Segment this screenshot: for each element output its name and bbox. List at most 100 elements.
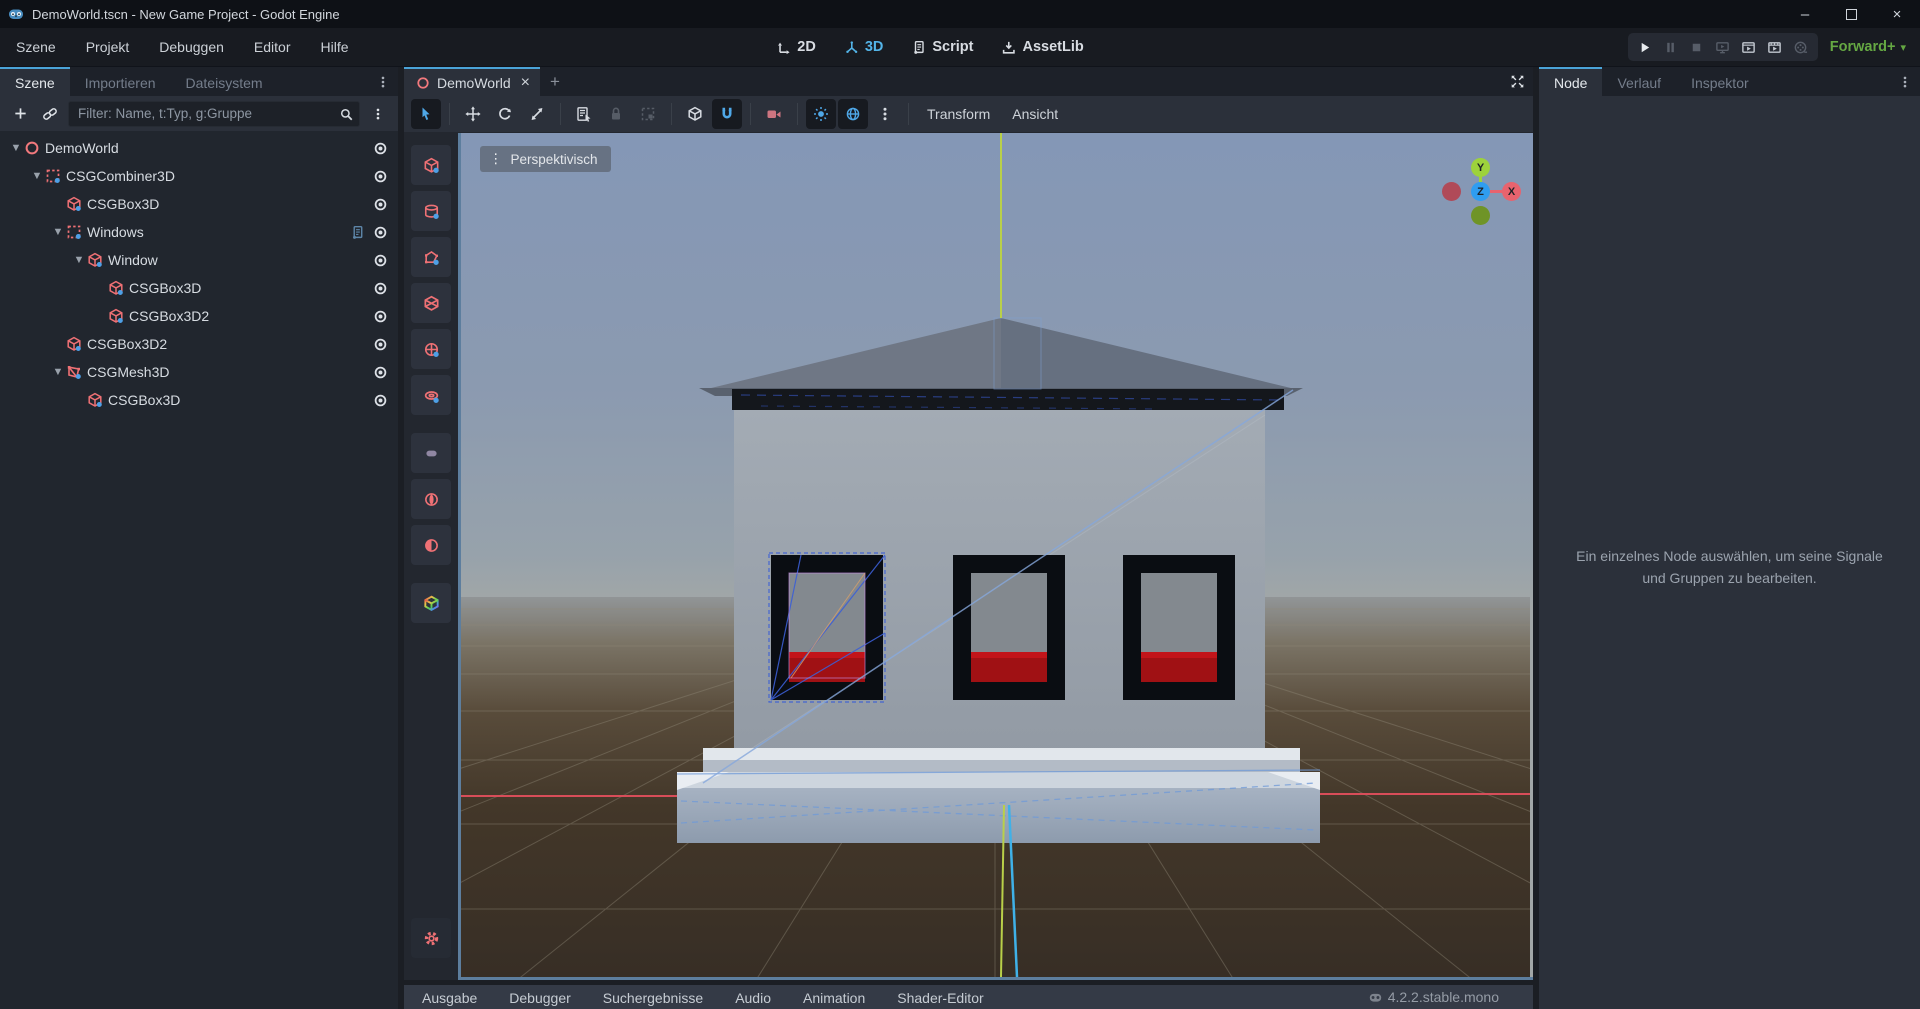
visibility-toggle[interactable]: [373, 337, 388, 352]
orientation-gizmo[interactable]: Y X Z: [1436, 146, 1526, 230]
tree-row-csgcombiner3d[interactable]: ▼CSGCombiner3D: [0, 162, 398, 190]
csg-sphere-tool[interactable]: [411, 329, 451, 369]
gizmo-y-positive[interactable]: Y: [1471, 158, 1490, 177]
new-scene-tab-button[interactable]: +: [540, 67, 570, 96]
visibility-toggle[interactable]: [373, 253, 388, 268]
environment-toggle[interactable]: [838, 99, 868, 129]
menu-szene[interactable]: Szene: [16, 39, 56, 55]
dock-right-tab-verlauf[interactable]: Verlauf: [1602, 67, 1676, 96]
tree-row-windows[interactable]: ▼Windows: [0, 218, 398, 246]
tree-row-window[interactable]: ▼Window: [0, 246, 398, 274]
snap-toggle[interactable]: [712, 99, 742, 129]
csg-settings[interactable]: [411, 918, 451, 958]
visibility-toggle[interactable]: [373, 225, 388, 240]
dock-left-tab-szene[interactable]: Szene: [0, 67, 70, 96]
switch-2d[interactable]: 2D: [776, 39, 816, 55]
list-select-tool[interactable]: [569, 99, 599, 129]
tree-row-csgbox3d[interactable]: CSGBox3D: [0, 274, 398, 302]
remote-debug-button[interactable]: [1710, 34, 1736, 60]
gizmo-x-negative[interactable]: [1442, 182, 1461, 201]
csg-mesh-tool[interactable]: [411, 283, 451, 323]
tree-collapse-icon[interactable]: ▼: [50, 226, 66, 238]
play-custom-scene-button[interactable]: [1762, 34, 1788, 60]
csg-union-op[interactable]: [411, 433, 451, 473]
csg-intersect-op[interactable]: [411, 479, 451, 519]
tree-collapse-icon[interactable]: ▼: [29, 170, 45, 182]
tree-collapse-icon[interactable]: ▼: [50, 366, 66, 378]
dock-right-tabs-menu[interactable]: [1890, 67, 1920, 96]
sun-env-menu[interactable]: [870, 99, 900, 129]
scene-tab-demoworld[interactable]: DemoWorld×: [404, 67, 540, 96]
gizmo-z-positive[interactable]: Z: [1471, 182, 1490, 201]
csg-box-tool[interactable]: [411, 145, 451, 185]
visibility-toggle[interactable]: [373, 365, 388, 380]
tree-row-csgbox3d[interactable]: CSGBox3D: [0, 190, 398, 218]
visibility-toggle[interactable]: [373, 141, 388, 156]
tree-row-demoworld[interactable]: ▼DemoWorld: [0, 134, 398, 162]
play-button[interactable]: [1632, 34, 1658, 60]
dock-right-tab-node[interactable]: Node: [1539, 67, 1602, 96]
csg-cylinder-tool[interactable]: [411, 191, 451, 231]
viewport-menu-ansicht[interactable]: Ansicht: [1001, 106, 1069, 122]
dock-left-tab-dateisystem[interactable]: Dateisystem: [171, 67, 278, 96]
switch-3d[interactable]: 3D: [844, 39, 884, 55]
dock-left-tab-importieren[interactable]: Importieren: [70, 67, 171, 96]
csg-subtract-op[interactable]: [411, 525, 451, 565]
bottom-tab-ausgabe[interactable]: Ausgabe: [422, 990, 477, 1009]
local-space-toggle[interactable]: [680, 99, 710, 129]
play-scene-button[interactable]: [1736, 34, 1762, 60]
menu-projekt[interactable]: Projekt: [86, 39, 130, 55]
gizmo-y-negative[interactable]: [1471, 206, 1490, 225]
window-maximize-button[interactable]: [1828, 0, 1874, 28]
rotate-tool[interactable]: [490, 99, 520, 129]
tree-row-csgbox3d2[interactable]: CSGBox3D2: [0, 330, 398, 358]
dock-right-tab-inspektor[interactable]: Inspektor: [1676, 67, 1764, 96]
switch-assetlib[interactable]: AssetLib: [1001, 39, 1083, 55]
tree-row-csgmesh3d[interactable]: ▼CSGMesh3D: [0, 358, 398, 386]
close-tab-icon[interactable]: ×: [521, 74, 530, 92]
tree-collapse-icon[interactable]: ▼: [71, 254, 87, 266]
renderer-select[interactable]: Forward+ ▾: [1830, 39, 1906, 55]
menu-debuggen[interactable]: Debuggen: [159, 39, 224, 55]
bottom-tab-animation[interactable]: Animation: [803, 990, 865, 1009]
bottom-tab-shadereditor[interactable]: Shader-Editor: [897, 990, 983, 1009]
bottom-tab-suchergebnisse[interactable]: Suchergebnisse: [603, 990, 703, 1009]
menu-hilfe[interactable]: Hilfe: [320, 39, 348, 55]
switch-script[interactable]: Script: [911, 39, 973, 55]
move-tool[interactable]: [458, 99, 488, 129]
visibility-toggle[interactable]: [373, 197, 388, 212]
dock-left-tabs-menu[interactable]: [368, 67, 398, 96]
camera-preview-toggle[interactable]: [759, 99, 789, 129]
visibility-toggle[interactable]: [373, 169, 388, 184]
csg-torus-tool[interactable]: [411, 375, 451, 415]
instance-scene-button[interactable]: [38, 102, 62, 126]
tree-collapse-icon[interactable]: ▼: [8, 142, 24, 154]
csg-polygon-tool[interactable]: [411, 237, 451, 277]
group-button[interactable]: [633, 99, 663, 129]
menu-editor[interactable]: Editor: [254, 39, 291, 55]
bottom-tab-debugger[interactable]: Debugger: [509, 990, 571, 1009]
scene-filter-input[interactable]: [68, 101, 360, 127]
3d-viewport[interactable]: ⋮ Perspektivisch Y X Z: [458, 133, 1533, 980]
gizmo-color-tool[interactable]: [411, 583, 451, 623]
scene-tree-menu-button[interactable]: [366, 102, 390, 126]
add-node-button[interactable]: [8, 102, 32, 126]
projection-menu[interactable]: ⋮ Perspektivisch: [480, 146, 611, 172]
scale-tool[interactable]: [522, 99, 552, 129]
visibility-toggle[interactable]: [373, 281, 388, 296]
tree-row-csgbox3d2[interactable]: CSGBox3D2: [0, 302, 398, 330]
gizmo-x-positive[interactable]: X: [1502, 182, 1521, 201]
lock-button[interactable]: [601, 99, 631, 129]
visibility-toggle[interactable]: [373, 393, 388, 408]
select-tool[interactable]: [411, 99, 441, 129]
viewport-menu-transform[interactable]: Transform: [916, 106, 1001, 122]
attached-script-icon[interactable]: [350, 225, 365, 240]
expand-viewport-button[interactable]: [1501, 67, 1533, 96]
stop-button[interactable]: [1684, 34, 1710, 60]
window-close-button[interactable]: ×: [1874, 0, 1920, 28]
movie-mode-button[interactable]: [1788, 34, 1814, 60]
visibility-toggle[interactable]: [373, 309, 388, 324]
window-minimize-button[interactable]: –: [1782, 0, 1828, 28]
tree-row-csgbox3d[interactable]: CSGBox3D: [0, 386, 398, 414]
pause-button[interactable]: [1658, 34, 1684, 60]
